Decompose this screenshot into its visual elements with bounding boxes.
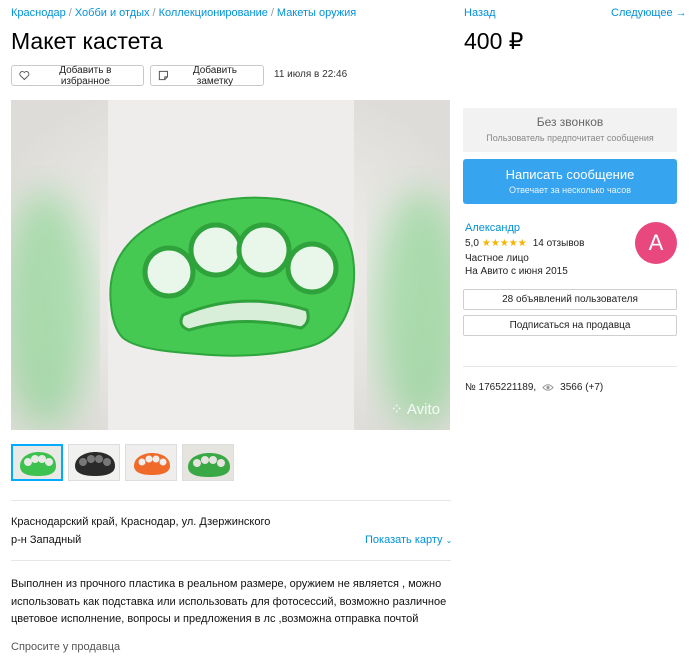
avatar[interactable]: А	[635, 222, 677, 264]
user-ads-button[interactable]: 28 объявлений пользователя	[463, 289, 677, 310]
avito-logo-icon: ⁘	[390, 401, 403, 418]
breadcrumb-item-collecting[interactable]: Коллекционирование	[159, 7, 268, 19]
note-icon	[158, 70, 168, 81]
breadcrumb-separator: /	[68, 7, 72, 19]
breadcrumb-item-city[interactable]: Краснодар	[11, 7, 66, 19]
breadcrumb-separator: /	[270, 7, 274, 19]
seller-name[interactable]: Александр	[465, 222, 520, 234]
chevron-down-icon: ⌄	[445, 536, 453, 545]
write-message-label: Написать сообщение	[505, 167, 635, 182]
address: Краснодарский край, Краснодар, ул. Дзерж…	[11, 516, 271, 528]
thumbnail-strip	[11, 444, 234, 481]
breadcrumb-item-hobby[interactable]: Хобби и отдых	[75, 7, 150, 19]
ask-seller-heading[interactable]: Спросите у продавца	[11, 641, 120, 653]
view-count: 3566 (+7)	[560, 382, 604, 393]
breadcrumb-item-weapon-models[interactable]: Макеты оружия	[277, 7, 356, 19]
response-time: Отвечает за несколько часов	[508, 185, 632, 195]
divider	[463, 366, 677, 367]
back-link[interactable]: Назад	[464, 7, 496, 19]
breadcrumb-separator: /	[152, 7, 156, 19]
star-icon: ★★★★★	[481, 238, 527, 249]
add-to-favorites-button[interactable]: Добавить в избранное	[11, 64, 144, 87]
thumbnail-1[interactable]	[11, 444, 63, 481]
description: Выполнен из прочного пластика в реальном…	[11, 578, 447, 625]
thumbnail-2[interactable]	[68, 444, 120, 481]
divider	[11, 560, 451, 561]
seller-rating: 5,0 ★★★★★ 14 отзывов	[465, 238, 584, 249]
subscribe-button[interactable]: Подписаться на продавца	[463, 315, 677, 336]
watermark: ⁘ Avito	[390, 400, 440, 419]
breadcrumb: Краснодар / Хобби и отдых / Коллекционирован…	[11, 7, 356, 19]
reviews-link[interactable]: 14 отзывов	[533, 238, 585, 249]
no-calls-title: Без звонков	[536, 115, 604, 129]
price: 400 ₽	[464, 28, 524, 54]
show-map-label: Показать карту	[365, 534, 443, 546]
add-to-favorites-label: Добавить в избранное	[59, 64, 112, 87]
divider	[11, 500, 451, 501]
listing-id: № 1765221189,	[465, 382, 537, 393]
show-map-link[interactable]: Показать карту ⌄	[365, 534, 452, 546]
thumbnail-3[interactable]	[125, 444, 177, 481]
page-title: Макет кастета	[11, 28, 163, 54]
heart-icon	[19, 71, 30, 81]
no-calls-box: Без звонков Пользователь предпочитает со…	[463, 108, 677, 152]
thumbnail-4[interactable]	[182, 444, 234, 481]
listing-meta: № 1765221189, 3566 (+7)	[465, 382, 603, 393]
main-photo[interactable]: ⁘ Avito	[11, 100, 450, 430]
watermark-text: Avito	[406, 400, 440, 418]
write-message-button[interactable]: Написать сообщение Отвечает за несколько…	[463, 159, 677, 204]
add-note-button[interactable]: Добавить заметку	[150, 64, 264, 87]
rating-value: 5,0	[465, 238, 479, 249]
district: р-н Западный	[11, 534, 82, 546]
seller-since: На Авито с июня 2015	[465, 266, 568, 277]
no-calls-subtitle: Пользователь предпочитает сообщения	[486, 133, 654, 143]
publish-date: 11 июля в 22:46	[274, 69, 348, 80]
brass-knuckles-photo	[11, 100, 450, 430]
next-link[interactable]: Следующее →	[611, 7, 687, 19]
seller-type: Частное лицо	[465, 253, 529, 264]
add-note-label: Добавить заметку	[192, 64, 238, 87]
eye-icon	[542, 384, 554, 391]
